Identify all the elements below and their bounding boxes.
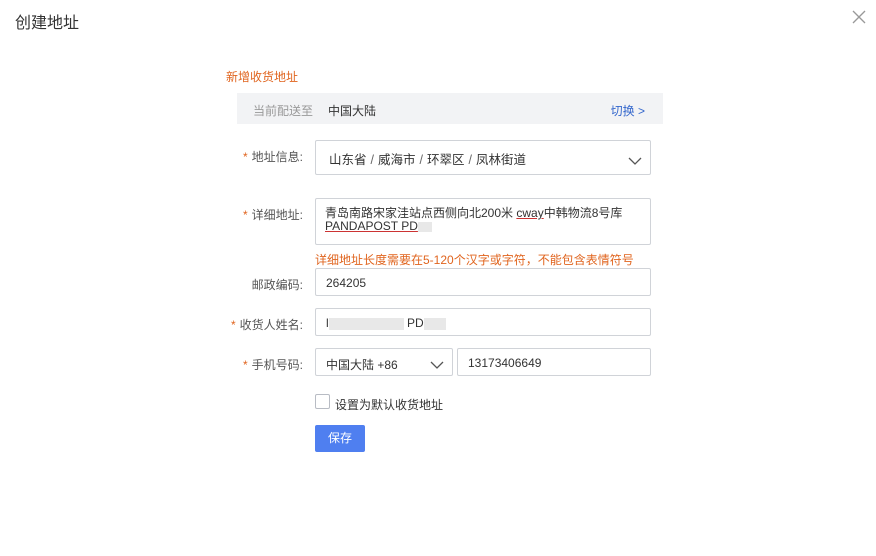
save-button[interactable]: 保存 xyxy=(315,425,365,452)
separator: / xyxy=(468,153,472,167)
separator: / xyxy=(370,153,374,167)
recipient-name-input[interactable]: l PD xyxy=(315,308,651,336)
default-address-checkbox[interactable] xyxy=(315,394,330,409)
postal-code-label: 邮政编码: xyxy=(251,278,303,292)
detail-address-textarea[interactable]: 青岛南路宋家洼站点西侧向北200米 cway中韩物流8号库 PANDAPOST … xyxy=(315,198,651,245)
required-mark: * xyxy=(242,208,248,222)
address-cascader-value: 山东省 / 威海市 / 环翠区 / 凤林街道 xyxy=(329,149,526,168)
required-mark: * xyxy=(230,318,236,332)
detail-address-error: 详细地址长度需要在5-120个汉字或字符，不能包含表情符号 xyxy=(315,253,634,267)
section-title: 新增收货地址 xyxy=(226,70,299,84)
close-icon[interactable] xyxy=(850,8,868,26)
region-switch-link[interactable]: 切换 > xyxy=(611,102,645,119)
default-address-label[interactable]: 设置为默认收货地址 xyxy=(335,396,443,413)
postal-code-input[interactable]: 264205 xyxy=(315,268,651,296)
separator: / xyxy=(419,153,423,167)
phone-label: * 手机号码: xyxy=(242,358,303,372)
redacted-text xyxy=(328,317,404,330)
chevron-down-icon xyxy=(628,154,642,165)
recipient-name-label: * 收货人姓名: xyxy=(230,318,303,332)
province-value: 山东省 xyxy=(329,153,367,167)
address-info-label: * 地址信息: xyxy=(242,150,303,164)
phone-number-value: 13173406649 xyxy=(468,356,542,370)
phone-number-input[interactable]: 13173406649 xyxy=(457,348,651,376)
country-code-value: 中国大陆 +86 xyxy=(326,358,398,372)
address-cascader-select[interactable]: 山东省 / 威海市 / 环翠区 / 凤林街道 xyxy=(315,140,651,175)
redacted-text xyxy=(417,221,432,232)
required-mark: * xyxy=(242,150,248,164)
create-address-dialog: 创建地址 新增收货地址 当前配送至 中国大陆 切换 > * 地址信息: 山东省 / 威… xyxy=(0,0,876,556)
country-code-select[interactable]: 中国大陆 +86 xyxy=(315,348,453,376)
dialog-title: 创建地址 xyxy=(15,15,80,32)
postal-code-value: 264205 xyxy=(326,276,367,290)
region-value: 中国大陆 xyxy=(328,104,377,118)
required-mark: * xyxy=(242,358,248,372)
street-value: 凤林街道 xyxy=(476,153,527,167)
region-bar: 当前配送至 中国大陆 切换 > xyxy=(237,93,663,124)
region-label: 当前配送至 xyxy=(253,104,314,118)
recipient-name-value: l PD xyxy=(326,316,446,330)
city-value: 威海市 xyxy=(378,153,416,167)
chevron-down-icon xyxy=(430,358,444,369)
detail-address-label: * 详细地址: xyxy=(242,208,303,222)
district-value: 环翠区 xyxy=(427,153,465,167)
detail-address-value: 青岛南路宋家洼站点西侧向北200米 cway中韩物流8号库 PANDAPOST … xyxy=(325,206,623,233)
redacted-text xyxy=(423,317,446,330)
